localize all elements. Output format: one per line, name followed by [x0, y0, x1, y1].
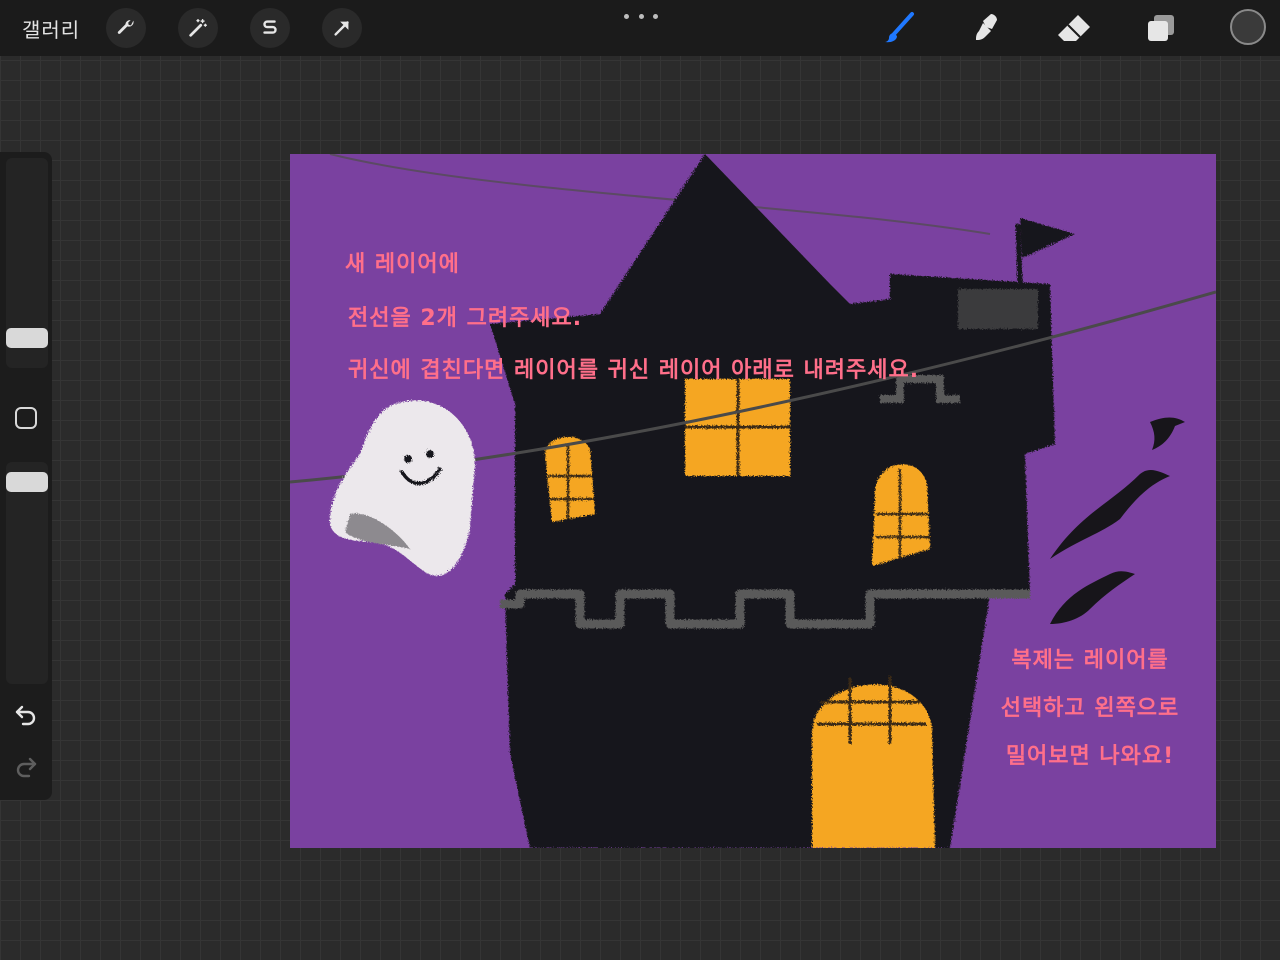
note-line-3: 귀신에 겹친다면 레이어를 귀신 레이어 아래로 내려주세요.: [348, 358, 920, 383]
undo-icon[interactable]: [12, 700, 40, 728]
opacity-thumb[interactable]: [6, 472, 48, 492]
redo-icon[interactable]: [12, 752, 40, 780]
s-curve-icon[interactable]: [250, 8, 290, 48]
note-right-3: 밀어보면 나와요!: [1005, 744, 1175, 769]
magic-wand-icon[interactable]: [178, 8, 218, 48]
ghost: [329, 400, 475, 576]
note-right-2: 선택하고 왼쪽으로: [1000, 696, 1180, 721]
brush-icon[interactable]: [880, 8, 920, 48]
opacity-slider[interactable]: [6, 462, 48, 684]
wrench-icon[interactable]: [106, 8, 146, 48]
layers-icon[interactable]: [1141, 8, 1181, 48]
left-sidebar: [0, 152, 52, 800]
color-picker-swatch[interactable]: [1230, 9, 1266, 45]
gallery-button[interactable]: 갤러리: [22, 14, 80, 43]
note-line-2: 전선을 2개 그려주세요.: [348, 306, 583, 331]
smudge-icon[interactable]: [966, 8, 1006, 48]
eraser-icon[interactable]: [1054, 8, 1094, 48]
drawing-canvas[interactable]: 새 레이어에 전선을 2개 그려주세요. 귀신에 겹친다면 레이어를 귀신 레이…: [290, 154, 1216, 848]
top-toolbar: 갤러리: [0, 0, 1280, 56]
note-right-1: 복제는 레이어를: [1011, 648, 1169, 673]
note-line-1: 새 레이어에: [345, 252, 460, 277]
modify-square-icon[interactable]: [15, 407, 37, 429]
brush-size-thumb[interactable]: [6, 328, 48, 348]
more-options-icon[interactable]: [624, 8, 658, 24]
arrow-icon[interactable]: [322, 8, 362, 48]
bats: [1050, 417, 1185, 624]
